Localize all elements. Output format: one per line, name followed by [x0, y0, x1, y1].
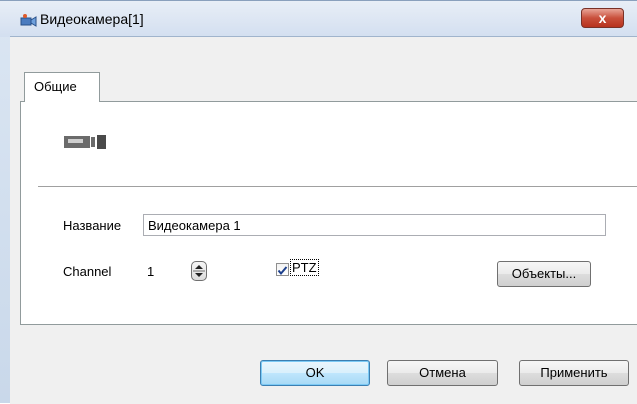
window-title: Видеокамера[1] — [40, 11, 144, 27]
video-camera-icon — [64, 135, 106, 149]
close-icon: x — [598, 10, 607, 26]
separator-line — [38, 186, 637, 188]
apply-button[interactable]: Применить — [519, 360, 629, 386]
channel-label: Channel — [63, 264, 112, 279]
objects-button[interactable]: Объекты... — [497, 261, 591, 287]
spinner-arrows-icon — [193, 265, 205, 277]
tab-general-label: Общие — [34, 79, 77, 94]
title-bar[interactable]: Видеокамера[1] x — [0, 1, 637, 37]
camera-app-icon — [20, 14, 37, 27]
name-field[interactable] — [143, 214, 606, 236]
ptz-checkbox[interactable] — [276, 263, 289, 276]
close-button[interactable]: x — [581, 8, 624, 28]
ok-button[interactable]: OK — [260, 360, 370, 386]
ptz-label[interactable]: PTZ — [290, 259, 319, 276]
channel-field[interactable] — [143, 260, 173, 282]
name-label: Название — [63, 218, 122, 233]
cancel-button[interactable]: Отмена — [387, 360, 498, 386]
tab-panel — [20, 101, 637, 325]
channel-spinner[interactable] — [191, 261, 207, 281]
checkmark-icon — [277, 266, 288, 276]
tab-general[interactable]: Общие — [24, 72, 100, 102]
